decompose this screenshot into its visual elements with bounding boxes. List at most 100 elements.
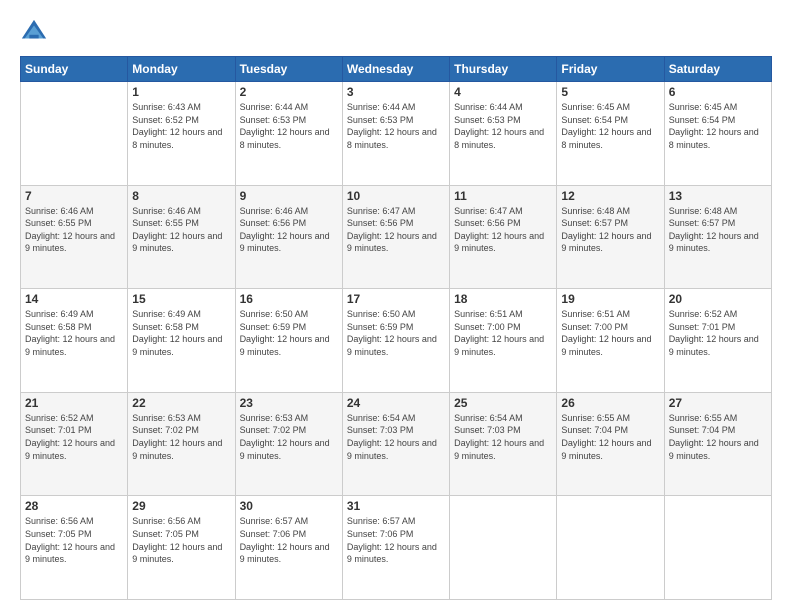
day-number: 6 [669,85,767,99]
day-number: 26 [561,396,659,410]
day-info: Sunrise: 6:46 AMSunset: 6:56 PMDaylight:… [240,205,338,255]
day-number: 19 [561,292,659,306]
day-number: 29 [132,499,230,513]
day-number: 23 [240,396,338,410]
calendar-cell: 10Sunrise: 6:47 AMSunset: 6:56 PMDayligh… [342,185,449,289]
day-number: 25 [454,396,552,410]
calendar-cell: 20 Sunrise: 6:52 AMSunset: 7:01 PMDayligh… [664,289,771,393]
day-number: 12 [561,189,659,203]
logo-icon [20,18,48,46]
day-info: Sunrise: 6:49 AMSunset: 6:58 PMDaylight:… [25,308,123,358]
calendar-cell: 4 Sunrise: 6:44 AMSunset: 6:53 PMDaylight… [450,82,557,186]
day-info: Sunrise: 6:44 AMSunset: 6:53 PMDaylight:… [347,101,445,151]
calendar-cell: 11Sunrise: 6:47 AMSunset: 6:56 PMDayligh… [450,185,557,289]
day-info: Sunrise: 6:57 AMSunset: 7:06 PMDaylight:… [347,515,445,565]
calendar-week-3: 14 Sunrise: 6:49 AMSunset: 6:58 PMDayligh… [21,289,772,393]
day-info: Sunrise: 6:56 AMSunset: 7:05 PMDaylight:… [132,515,230,565]
day-number: 22 [132,396,230,410]
day-info: Sunrise: 6:50 AMSunset: 6:59 PMDaylight:… [347,308,445,358]
calendar-week-2: 7 Sunrise: 6:46 AMSunset: 6:55 PMDaylight… [21,185,772,289]
calendar-cell: 13 Sunrise: 6:48 AMSunset: 6:57 PMDayligh… [664,185,771,289]
day-info: Sunrise: 6:49 AMSunset: 6:58 PMDaylight:… [132,308,230,358]
weekday-header-row: SundayMondayTuesdayWednesdayThursdayFrid… [21,57,772,82]
calendar-cell: 9 Sunrise: 6:46 AMSunset: 6:56 PMDaylight… [235,185,342,289]
day-info: Sunrise: 6:54 AMSunset: 7:03 PMDaylight:… [454,412,552,462]
day-number: 28 [25,499,123,513]
day-info: Sunrise: 6:52 AMSunset: 7:01 PMDaylight:… [669,308,767,358]
day-number: 24 [347,396,445,410]
day-info: Sunrise: 6:44 AMSunset: 6:53 PMDaylight:… [240,101,338,151]
calendar-week-4: 21 Sunrise: 6:52 AMSunset: 7:01 PMDayligh… [21,392,772,496]
calendar-cell: 18 Sunrise: 6:51 AMSunset: 7:00 PMDayligh… [450,289,557,393]
day-number: 7 [25,189,123,203]
day-info: Sunrise: 6:45 AMSunset: 6:54 PMDaylight:… [561,101,659,151]
calendar-cell [21,82,128,186]
day-info: Sunrise: 6:51 AMSunset: 7:00 PMDaylight:… [454,308,552,358]
day-number: 17 [347,292,445,306]
day-number: 2 [240,85,338,99]
calendar-cell: 12 Sunrise: 6:48 AMSunset: 6:57 PMDayligh… [557,185,664,289]
calendar-cell [664,496,771,600]
calendar-week-1: 1Sunrise: 6:43 AMSunset: 6:52 PMDaylight… [21,82,772,186]
day-info: Sunrise: 6:51 AMSunset: 7:00 PMDaylight:… [561,308,659,358]
day-info: Sunrise: 6:44 AMSunset: 6:53 PMDaylight:… [454,101,552,151]
calendar-cell: 17 Sunrise: 6:50 AMSunset: 6:59 PMDayligh… [342,289,449,393]
day-info: Sunrise: 6:45 AMSunset: 6:54 PMDaylight:… [669,101,767,151]
day-number: 20 [669,292,767,306]
calendar-cell: 15 Sunrise: 6:49 AMSunset: 6:58 PMDayligh… [128,289,235,393]
day-number: 4 [454,85,552,99]
day-info: Sunrise: 6:52 AMSunset: 7:01 PMDaylight:… [25,412,123,462]
day-number: 14 [25,292,123,306]
day-info: Sunrise: 6:50 AMSunset: 6:59 PMDaylight:… [240,308,338,358]
calendar-cell: 24 Sunrise: 6:54 AMSunset: 7:03 PMDayligh… [342,392,449,496]
header [20,18,772,46]
day-number: 8 [132,189,230,203]
day-number: 1 [132,85,230,99]
day-number: 15 [132,292,230,306]
calendar-cell: 2 Sunrise: 6:44 AMSunset: 6:53 PMDaylight… [235,82,342,186]
day-info: Sunrise: 6:46 AMSunset: 6:55 PMDaylight:… [132,205,230,255]
day-info: Sunrise: 6:56 AMSunset: 7:05 PMDaylight:… [25,515,123,565]
calendar-cell: 21 Sunrise: 6:52 AMSunset: 7:01 PMDayligh… [21,392,128,496]
calendar-cell: 14 Sunrise: 6:49 AMSunset: 6:58 PMDayligh… [21,289,128,393]
day-number: 16 [240,292,338,306]
weekday-header-thursday: Thursday [450,57,557,82]
calendar-cell: 22 Sunrise: 6:53 AMSunset: 7:02 PMDayligh… [128,392,235,496]
day-number: 3 [347,85,445,99]
day-number: 27 [669,396,767,410]
calendar-cell: 30 Sunrise: 6:57 AMSunset: 7:06 PMDayligh… [235,496,342,600]
day-number: 13 [669,189,767,203]
weekday-header-friday: Friday [557,57,664,82]
calendar-cell: 6 Sunrise: 6:45 AMSunset: 6:54 PMDaylight… [664,82,771,186]
calendar-cell: 28 Sunrise: 6:56 AMSunset: 7:05 PMDayligh… [21,496,128,600]
day-number: 5 [561,85,659,99]
calendar-cell: 23 Sunrise: 6:53 AMSunset: 7:02 PMDayligh… [235,392,342,496]
calendar-cell: 5 Sunrise: 6:45 AMSunset: 6:54 PMDaylight… [557,82,664,186]
day-info: Sunrise: 6:48 AMSunset: 6:57 PMDaylight:… [669,205,767,255]
calendar-cell: 1Sunrise: 6:43 AMSunset: 6:52 PMDaylight… [128,82,235,186]
day-number: 9 [240,189,338,203]
weekday-header-saturday: Saturday [664,57,771,82]
calendar-cell [450,496,557,600]
day-info: Sunrise: 6:54 AMSunset: 7:03 PMDaylight:… [347,412,445,462]
day-number: 21 [25,396,123,410]
calendar-cell: 25 Sunrise: 6:54 AMSunset: 7:03 PMDayligh… [450,392,557,496]
day-info: Sunrise: 6:46 AMSunset: 6:55 PMDaylight:… [25,205,123,255]
day-info: Sunrise: 6:53 AMSunset: 7:02 PMDaylight:… [132,412,230,462]
calendar-cell: 29 Sunrise: 6:56 AMSunset: 7:05 PMDayligh… [128,496,235,600]
day-number: 18 [454,292,552,306]
day-number: 30 [240,499,338,513]
weekday-header-wednesday: Wednesday [342,57,449,82]
calendar-cell: 7 Sunrise: 6:46 AMSunset: 6:55 PMDaylight… [21,185,128,289]
calendar-cell: 27 Sunrise: 6:55 AMSunset: 7:04 PMDayligh… [664,392,771,496]
day-info: Sunrise: 6:57 AMSunset: 7:06 PMDaylight:… [240,515,338,565]
page: SundayMondayTuesdayWednesdayThursdayFrid… [0,0,792,612]
day-info: Sunrise: 6:55 AMSunset: 7:04 PMDaylight:… [669,412,767,462]
day-number: 31 [347,499,445,513]
day-info: Sunrise: 6:47 AMSunset: 6:56 PMDaylight:… [454,205,552,255]
day-info: Sunrise: 6:55 AMSunset: 7:04 PMDaylight:… [561,412,659,462]
calendar-cell [557,496,664,600]
day-info: Sunrise: 6:53 AMSunset: 7:02 PMDaylight:… [240,412,338,462]
day-info: Sunrise: 6:47 AMSunset: 6:56 PMDaylight:… [347,205,445,255]
day-info: Sunrise: 6:48 AMSunset: 6:57 PMDaylight:… [561,205,659,255]
